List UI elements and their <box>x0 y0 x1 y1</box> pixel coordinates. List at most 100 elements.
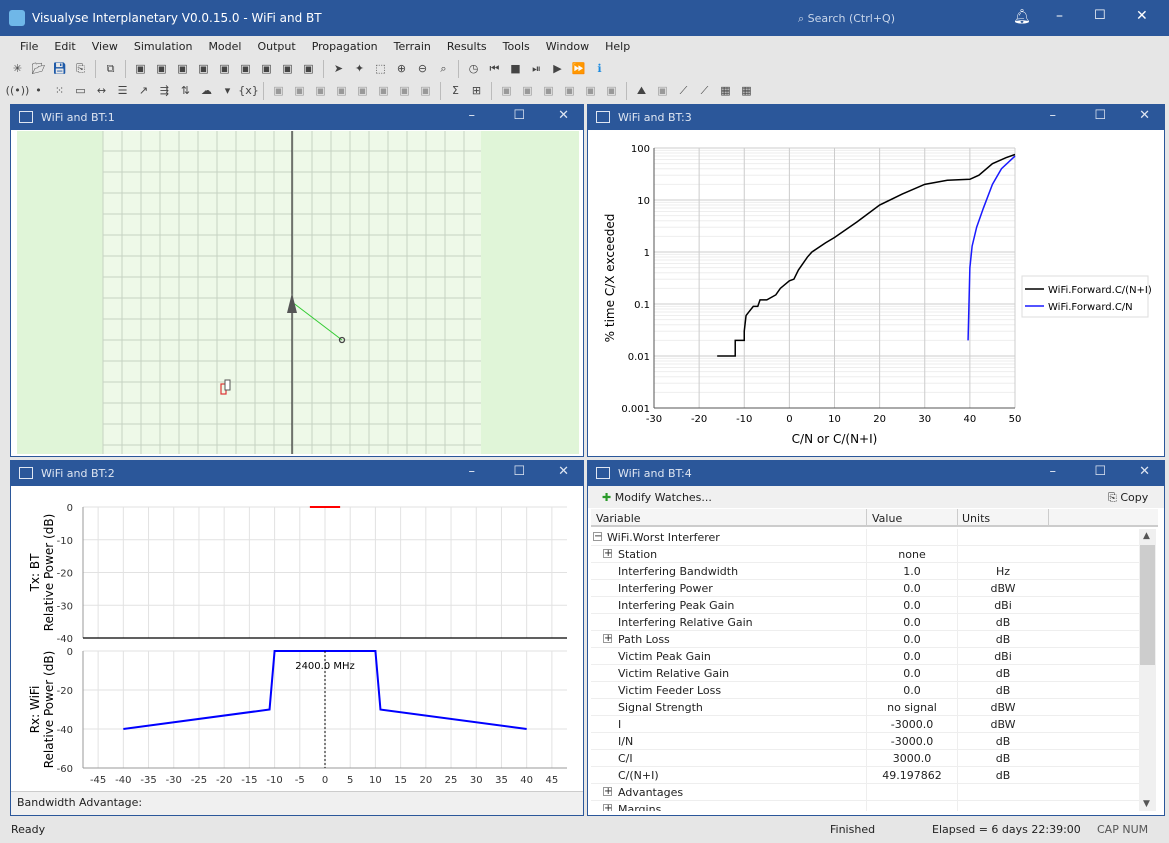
minimize-button[interactable]: – <box>1056 8 1063 24</box>
expand-icon[interactable]: + <box>603 549 612 559</box>
s1-icon[interactable]: ▣ <box>269 81 288 100</box>
c4-icon[interactable]: ▣ <box>560 81 579 100</box>
close-button[interactable]: ✕ <box>558 464 569 479</box>
menu-results[interactable]: Results <box>439 40 495 53</box>
menu-output[interactable]: Output <box>249 40 303 53</box>
terrain-view-icon[interactable]: ▣ <box>236 59 255 78</box>
terrain-icon[interactable]: ⛰ <box>632 81 651 100</box>
minimize-button[interactable]: – <box>469 464 476 479</box>
minimize-button[interactable]: – <box>1050 464 1057 479</box>
column-header-units[interactable]: Units <box>962 512 990 525</box>
path-view-icon[interactable]: ▣ <box>299 59 318 78</box>
select-icon[interactable]: ➤ <box>329 59 348 78</box>
p-view-icon[interactable]: ▣ <box>131 59 150 78</box>
c2-icon[interactable]: ▣ <box>518 81 537 100</box>
link-icon[interactable]: ⇶ <box>155 81 174 100</box>
table-row[interactable]: Interfering Bandwidth 1.0 Hz <box>591 563 1139 580</box>
c3-icon[interactable]: ▣ <box>539 81 558 100</box>
add-link-icon[interactable]: ⟋ <box>674 81 693 100</box>
collapse-icon[interactable]: − <box>593 532 602 542</box>
column-header-variable[interactable]: Variable <box>596 512 641 525</box>
table-row[interactable]: Victim Peak Gain 0.0 dBi <box>591 648 1139 665</box>
close-button[interactable]: ✕ <box>1139 108 1150 123</box>
zoom-fit-icon[interactable]: ⌕ <box>434 59 453 78</box>
table-row[interactable]: Victim Relative Gain 0.0 dB <box>591 665 1139 682</box>
vertical-scrollbar[interactable]: ▲ ▼ <box>1139 529 1156 811</box>
s2-icon[interactable]: ▣ <box>290 81 309 100</box>
new-icon[interactable]: ✳ <box>8 59 27 78</box>
expand-icon[interactable]: + <box>603 787 612 797</box>
table-row[interactable]: + Station none <box>591 546 1139 563</box>
swap-icon[interactable]: ⇅ <box>176 81 195 100</box>
s5-icon[interactable]: ▣ <box>353 81 372 100</box>
menu-tools[interactable]: Tools <box>495 40 538 53</box>
table-row[interactable]: C/(N+I) 49.197862 dB <box>591 767 1139 784</box>
c5-icon[interactable]: ▣ <box>581 81 600 100</box>
maximize-button[interactable]: ☐ <box>1094 464 1106 479</box>
box-select-icon[interactable]: ⬚ <box>371 59 390 78</box>
s4-icon[interactable]: ▣ <box>332 81 351 100</box>
table-row[interactable]: − WiFi.Worst Interferer <box>591 529 1139 546</box>
sum-icon[interactable]: Σ <box>446 81 465 100</box>
variables-icon[interactable]: {x} <box>238 81 259 100</box>
table-row[interactable]: Interfering Peak Gain 0.0 dBi <box>591 597 1139 614</box>
area-icon[interactable]: ▭ <box>71 81 90 100</box>
table-row[interactable]: Signal Strength no signal dBW <box>591 699 1139 716</box>
menu-propagation[interactable]: Propagation <box>304 40 386 53</box>
expand-icon[interactable]: + <box>603 804 612 811</box>
maximize-button[interactable]: ☐ <box>513 108 525 123</box>
grid-icon[interactable]: ☰ <box>113 81 132 100</box>
menu-terrain[interactable]: Terrain <box>386 40 439 53</box>
table-row[interactable]: Interfering Power 0.0 dBW <box>591 580 1139 597</box>
network-view-icon[interactable]: ▣ <box>194 59 213 78</box>
save-icon[interactable]: 💾︎ <box>50 59 69 78</box>
zoom-out-icon[interactable]: ⊖ <box>413 59 432 78</box>
m-view-icon[interactable]: ▣ <box>152 59 171 78</box>
close-button[interactable]: ✕ <box>558 108 569 123</box>
scroll-up-icon[interactable]: ▲ <box>1143 531 1150 541</box>
table-row[interactable]: I -3000.0 dBW <box>591 716 1139 733</box>
table-row[interactable]: + Advantages <box>591 784 1139 801</box>
scroll-down-icon[interactable]: ▼ <box>1143 799 1150 809</box>
multi-select-icon[interactable]: ✦ <box>350 59 369 78</box>
s7-icon[interactable]: ▣ <box>395 81 414 100</box>
menu-help[interactable]: Help <box>597 40 638 53</box>
step-back-icon[interactable]: ⏮ <box>485 59 504 78</box>
scrollbar-thumb[interactable] <box>1140 545 1155 665</box>
table-row[interactable]: Interfering Relative Gain 0.0 dB <box>591 614 1139 631</box>
menu-edit[interactable]: Edit <box>46 40 83 53</box>
c6-icon[interactable]: ▣ <box>602 81 621 100</box>
select-link-icon[interactable]: ⟋ <box>695 81 714 100</box>
expand-icon[interactable]: + <box>603 634 612 644</box>
s6-icon[interactable]: ▣ <box>374 81 393 100</box>
s8-icon[interactable]: ▣ <box>416 81 435 100</box>
arrow-icon[interactable]: ↗ <box>134 81 153 100</box>
menu-window[interactable]: Window <box>538 40 597 53</box>
modify-watches-button[interactable]: ✚ Modify Watches... <box>602 491 712 504</box>
menu-view[interactable]: View <box>84 40 126 53</box>
play-icon[interactable]: ▶ <box>548 59 567 78</box>
map-canvas[interactable] <box>17 131 579 454</box>
distance-icon[interactable]: ↔ <box>92 81 111 100</box>
table-row[interactable]: C/I 3000.0 dB <box>591 750 1139 767</box>
minimize-button[interactable]: – <box>1050 108 1057 123</box>
dropdown-icon[interactable]: ▾ <box>218 81 237 100</box>
antenna-icon[interactable]: ((•)) <box>6 81 30 100</box>
minimize-button[interactable]: – <box>469 108 476 123</box>
station-icon[interactable]: • <box>29 81 48 100</box>
info-icon[interactable]: ℹ <box>590 59 609 78</box>
menu-simulation[interactable]: Simulation <box>126 40 201 53</box>
close-button[interactable]: ✕ <box>1136 8 1148 24</box>
globe-view-icon[interactable]: ▣ <box>173 59 192 78</box>
cloud-icon[interactable]: ☁ <box>197 81 216 100</box>
menu-model[interactable]: Model <box>200 40 249 53</box>
notification-bell-icon[interactable]: 🔔︎ <box>1013 9 1031 25</box>
link-view-icon[interactable]: ▣ <box>215 59 234 78</box>
add-building-icon[interactable]: ▦ <box>716 81 735 100</box>
close-button[interactable]: ✕ <box>1139 464 1150 479</box>
edit-building-icon[interactable]: ▦ <box>737 81 756 100</box>
watch-view-icon[interactable]: ▣ <box>278 59 297 78</box>
stop-icon[interactable]: ■ <box>506 59 525 78</box>
maximize-button[interactable]: ☐ <box>1094 108 1106 123</box>
table-row[interactable]: + Path Loss 0.0 dB <box>591 631 1139 648</box>
